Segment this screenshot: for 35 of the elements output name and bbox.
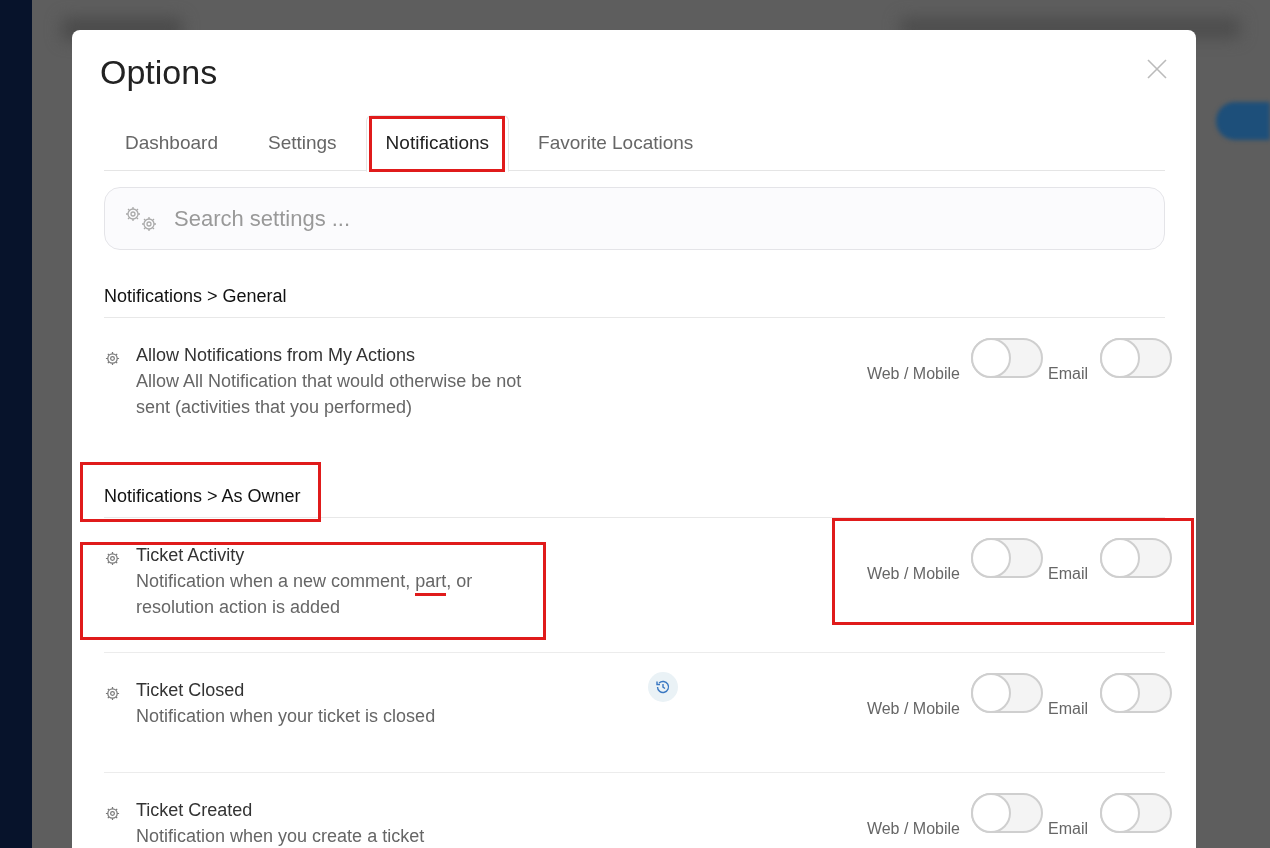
setting-title: Ticket Created — [136, 799, 254, 822]
tab[interactable]: Settings — [246, 115, 358, 171]
toggle-label: Email — [1048, 564, 1088, 584]
toggle-switch[interactable] — [1100, 673, 1172, 713]
setting-description: Notification when your ticket is closed — [136, 705, 437, 728]
toggle-switch[interactable] — [1100, 538, 1172, 578]
tab[interactable]: Dashboard — [104, 115, 239, 171]
dialog-title: Options — [100, 52, 218, 93]
toggle-label: Web / Mobile — [866, 819, 960, 839]
setting-title: Ticket Closed — [136, 679, 246, 702]
section-heading: Notifications > As Owner — [104, 485, 301, 507]
toggle-switch[interactable] — [971, 538, 1043, 578]
toggle-switch[interactable] — [971, 338, 1043, 378]
toggle-label: Web / Mobile — [866, 699, 960, 719]
gear-icon — [105, 551, 120, 566]
blurred-shape — [1216, 102, 1270, 140]
toggle-switch[interactable] — [971, 673, 1043, 713]
setting-description: Notification when you create a ticket — [136, 825, 426, 848]
setting-title: Allow Notifications from My Actions — [136, 344, 417, 367]
search-field[interactable]: Search settings ... — [104, 187, 1165, 250]
toggle-label: Email — [1048, 699, 1088, 719]
setting-description: Allow All Notification that would otherwise be not sent (activities that you performed) — [136, 370, 523, 419]
toggle-label: Web / Mobile — [866, 564, 960, 584]
toggle-switch[interactable] — [1100, 338, 1172, 378]
setting-description: Notification when a new comment, part, or resolution action is added — [136, 570, 474, 619]
section-heading: Notifications > General — [104, 285, 287, 307]
toggle-label: Web / Mobile — [866, 364, 960, 384]
tab[interactable]: Favorite Locations — [517, 115, 715, 171]
toggle-label: Email — [1048, 364, 1088, 384]
history-icon[interactable] — [648, 672, 678, 702]
toggle-switch[interactable] — [1100, 793, 1172, 833]
toggle-switch[interactable] — [971, 793, 1043, 833]
close-button[interactable] — [1146, 58, 1168, 80]
toggle-label: Email — [1048, 819, 1088, 839]
setting-title: Ticket Activity — [136, 544, 246, 567]
